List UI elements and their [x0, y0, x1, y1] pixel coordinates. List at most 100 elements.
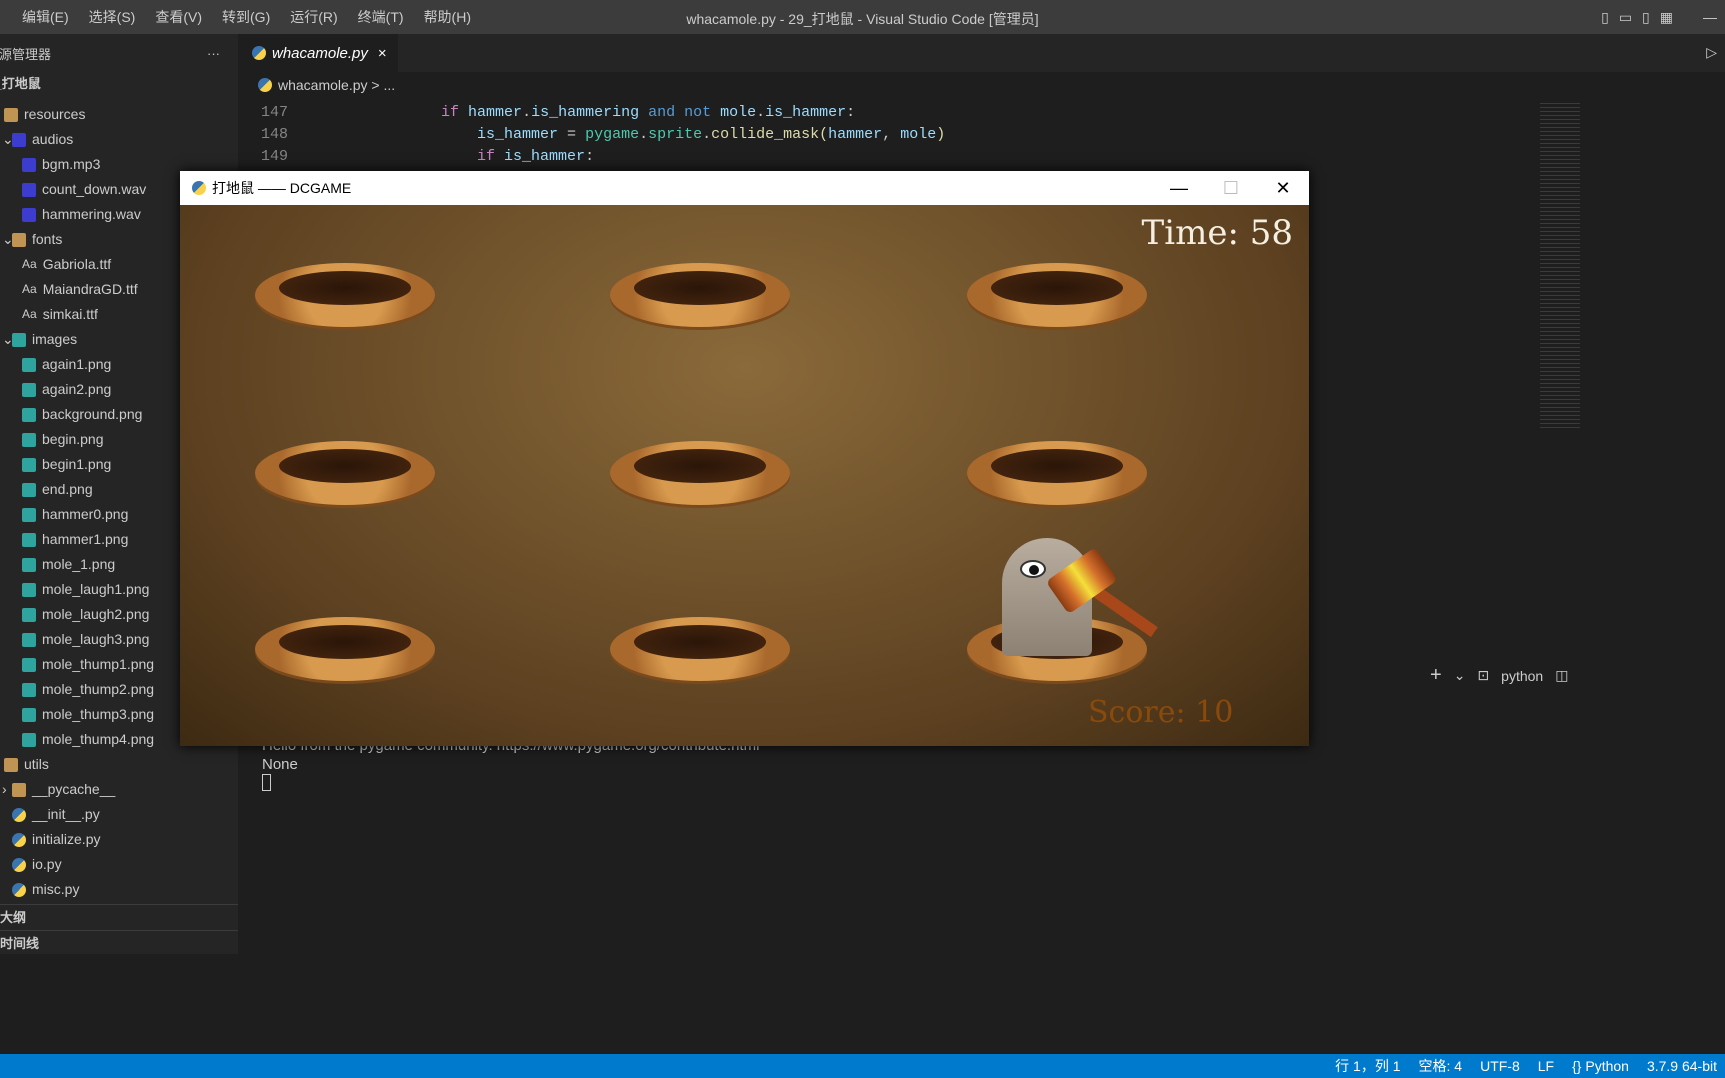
tree-item[interactable]: ⌄ audios	[0, 127, 238, 152]
project-root[interactable]: 29_打地鼠	[0, 72, 238, 96]
image-icon	[22, 557, 36, 572]
toggle-secondary-icon[interactable]: ▯	[1642, 9, 1650, 26]
mole-hole[interactable]	[610, 617, 790, 681]
customize-layout-icon[interactable]: ▦	[1660, 9, 1673, 26]
python-icon	[12, 882, 26, 897]
chevron-icon[interactable]: ›	[2, 777, 12, 802]
tree-item-label: Gabriola.ttf	[42, 256, 112, 272]
font-icon: Aa	[22, 257, 37, 271]
menu-item[interactable]: 编辑(E)	[12, 7, 79, 27]
mole-hole[interactable]	[967, 441, 1147, 505]
code-editor[interactable]: 147 if hammer.is_hammering and not mole.…	[238, 102, 1538, 168]
code-token: .	[639, 126, 649, 143]
minimize-button[interactable]: —	[1153, 178, 1205, 199]
code-token: .	[702, 126, 712, 143]
menu-item[interactable]: 帮助(H)	[414, 7, 481, 27]
tree-item-label: mole_laugh3.png	[42, 631, 150, 647]
status-item[interactable]: 3.7.9 64-bit	[1647, 1058, 1717, 1074]
chevron-icon[interactable]: ⌄	[2, 127, 14, 152]
layout-controls: ▯ ▭ ▯ ▦ —	[1601, 0, 1725, 34]
terminal-profile[interactable]: python	[1501, 668, 1543, 684]
status-item[interactable]: LF	[1538, 1058, 1554, 1074]
menu-item[interactable]: 转到(G)	[212, 7, 280, 27]
status-bar: 行 1，列 1 空格: 4 UTF-8 LF {} Python 3.7.9 64-bit	[0, 1054, 1725, 1078]
python-icon	[258, 78, 272, 92]
menu-item[interactable]: 终端(T)	[348, 7, 414, 27]
tree-item[interactable]: utils	[0, 752, 238, 777]
code-token: if	[477, 148, 505, 165]
mole-hole[interactable]	[610, 263, 790, 327]
tree-item-label: again1.png	[42, 356, 112, 372]
chevron-icon[interactable]: ⌄	[2, 327, 14, 352]
code-line: 149 if is_hammer:	[238, 146, 1538, 168]
more-actions-button[interactable]: ···	[207, 46, 220, 61]
split-terminal-icon[interactable]: ◫	[1555, 667, 1568, 684]
hole-pit	[991, 271, 1123, 305]
code-token: hammer	[828, 126, 883, 143]
tree-item[interactable]: initialize.py	[0, 827, 238, 852]
tree-item-label: begin1.png	[42, 456, 112, 472]
font-icon: Aa	[22, 282, 37, 296]
font-icon: Aa	[22, 307, 37, 321]
new-terminal-button[interactable]: +	[1430, 664, 1442, 687]
tree-item-label: utils	[24, 756, 49, 772]
code-token: ,	[882, 126, 901, 143]
image-icon	[22, 707, 36, 722]
chevron-icon[interactable]: ⌄	[2, 227, 14, 252]
status-item[interactable]: 空格: 4	[1419, 1056, 1463, 1076]
menu-bar: 编辑(E) 选择(S) 查看(V) 转到(G) 运行(R) 终端(T) 帮助(H)	[0, 0, 1725, 34]
mole-hole[interactable]	[967, 263, 1147, 327]
menu-item[interactable]: 查看(V)	[145, 7, 212, 27]
tab-label: whacamole.py	[272, 44, 368, 62]
game-canvas[interactable]: Time: 58 Score: 10	[180, 205, 1309, 746]
audio-icon	[22, 182, 36, 197]
minimize-icon[interactable]: —	[1703, 9, 1717, 25]
tree-item[interactable]: resources	[0, 102, 238, 127]
outline-section[interactable]: 大纲	[0, 904, 238, 930]
menu-item[interactable]: 选择(S)	[79, 7, 146, 27]
status-item[interactable]: UTF-8	[1480, 1058, 1520, 1074]
menu-item[interactable]: 运行(R)	[280, 7, 347, 27]
code-text: is_hammer = pygame.sprite.collide_mask(h…	[288, 124, 945, 146]
tree-item[interactable]: misc.py	[0, 877, 238, 902]
python-icon	[252, 46, 266, 60]
chevron-down-icon[interactable]: ⌄	[1454, 667, 1466, 684]
hole-pit	[991, 449, 1123, 483]
mole-hole[interactable]	[255, 441, 435, 505]
status-item[interactable]: {} Python	[1572, 1058, 1629, 1074]
image-icon	[22, 457, 36, 472]
code-token: is_hammering	[531, 104, 640, 121]
status-item[interactable]: 行 1，列 1	[1335, 1056, 1400, 1076]
tree-item-label: simkai.ttf	[42, 306, 98, 322]
code-token: is_hammer	[477, 126, 559, 143]
minimap[interactable]	[1540, 100, 1580, 430]
timeline-section[interactable]: 时间线	[0, 930, 238, 956]
code-token: =	[558, 126, 586, 143]
hole-pit	[634, 271, 766, 305]
code-text: if hammer.is_hammering and not mole.is_h…	[288, 102, 855, 124]
close-tab-icon[interactable]: ×	[378, 45, 387, 62]
close-button[interactable]: ✕	[1257, 178, 1309, 199]
mole-hole[interactable]	[255, 617, 435, 681]
toggle-sidebar-icon[interactable]: ▯	[1601, 9, 1609, 26]
tree-item[interactable]: io.py	[0, 852, 238, 877]
tree-item-label: hammer1.png	[42, 531, 129, 547]
pygame-icon	[192, 181, 206, 195]
python-icon	[12, 807, 26, 822]
game-title: 打地鼠 —— DCGAME	[212, 180, 352, 196]
tree-item-label: resources	[24, 106, 86, 122]
breadcrumb[interactable]: whacamole.py > ...	[258, 74, 395, 96]
toggle-panel-icon[interactable]: ▭	[1619, 9, 1632, 26]
maximize-button[interactable]: ☐	[1205, 178, 1257, 199]
tab-whacamole[interactable]: whacamole.py ×	[238, 34, 398, 72]
image-icon	[22, 507, 36, 522]
tree-item[interactable]: __init__.py	[0, 802, 238, 827]
mole-hole[interactable]	[255, 263, 435, 327]
score-display: Score: 10	[1088, 695, 1234, 730]
time-display: Time: 58	[1141, 213, 1293, 253]
folder-icon	[12, 232, 26, 247]
tree-item[interactable]: › __pycache__	[0, 777, 238, 802]
run-icon[interactable]: ▷	[1706, 44, 1717, 61]
mole-hole[interactable]	[610, 441, 790, 505]
hole-pit	[279, 625, 411, 659]
